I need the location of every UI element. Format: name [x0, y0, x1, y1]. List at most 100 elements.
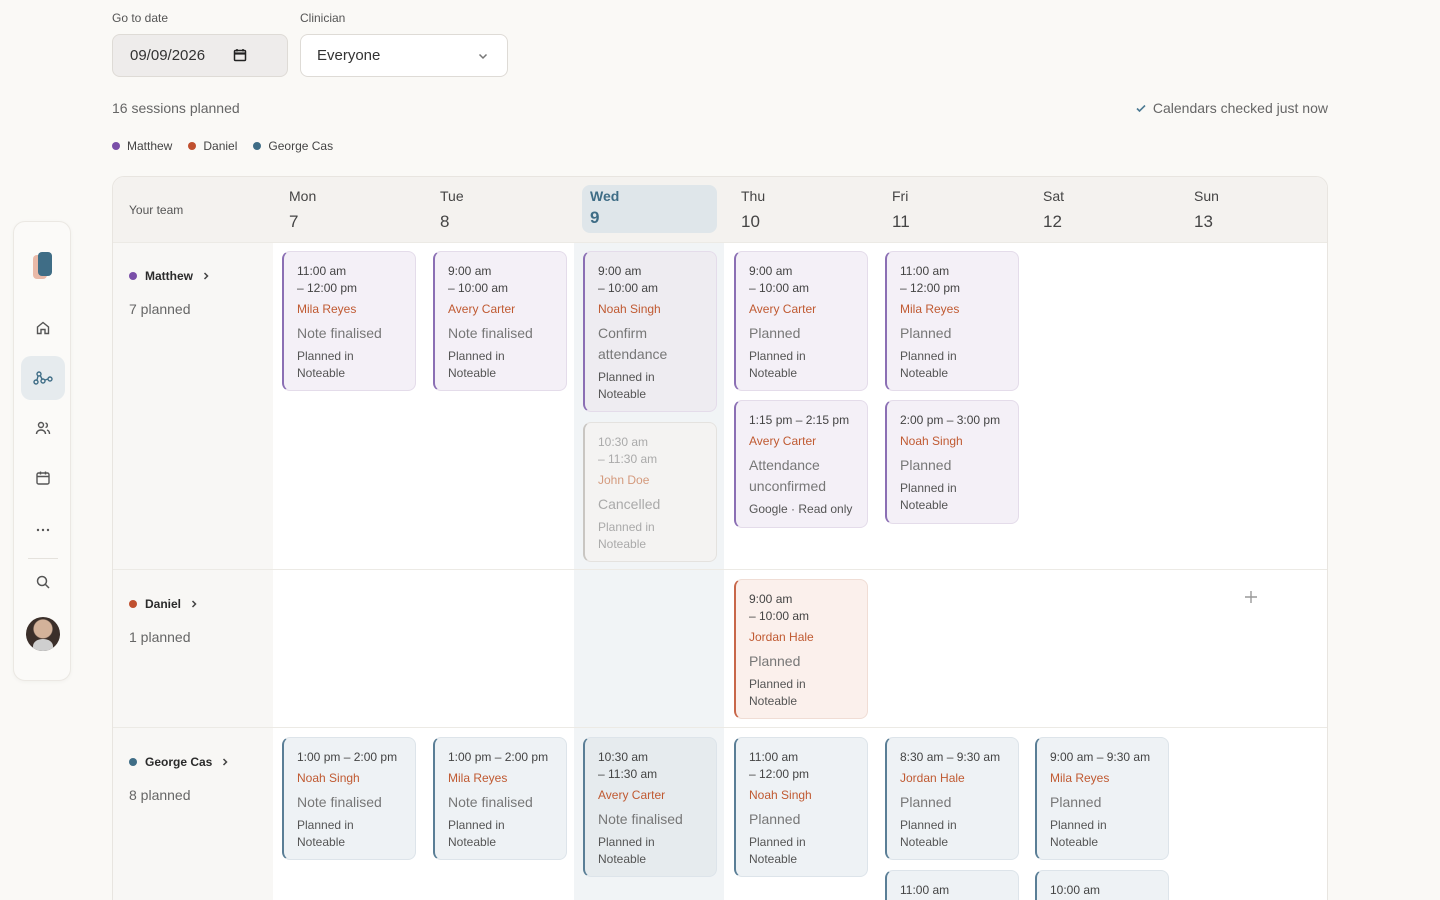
day-name: Sat: [1043, 188, 1065, 204]
session-status: Note finalised: [297, 794, 382, 810]
session-client: Avery Carter: [598, 788, 666, 802]
member-name: Daniel: [145, 597, 182, 611]
check-icon: [1136, 104, 1146, 113]
chevron-right-icon: [223, 758, 228, 766]
sessions-summary: 16 sessions planned: [112, 100, 240, 116]
session-card[interactable]: 11:00 am – 12:00 pm Noah Singh Planned Pl…: [734, 737, 868, 877]
legend-item: Daniel: [188, 139, 237, 153]
rail-divider: [28, 558, 58, 559]
session-time: 10:30 am: [598, 750, 649, 764]
session-source: Planned in: [749, 349, 806, 363]
date-input[interactable]: 09/09/2026: [112, 34, 288, 77]
session-source-app: Noteable: [598, 852, 647, 866]
session-client: Mila Reyes: [448, 771, 508, 785]
user-avatar[interactable]: [26, 617, 60, 651]
session-source-app: Noteable: [448, 835, 497, 849]
session-card-cancelled[interactable]: 10:30 am – 11:30 am John Doe Cancelled Pl…: [583, 422, 717, 562]
member-dot: [129, 600, 137, 608]
session-source: Planned in: [297, 818, 354, 832]
session-time-end: – 11:30 am: [598, 452, 658, 466]
session-card[interactable]: 1:00 pm – 2:00 pm Mila Reyes Note finali…: [433, 737, 567, 860]
date-value: 09/09/2026: [130, 47, 206, 64]
member-george-cas[interactable]: George Cas 8 planned: [129, 755, 230, 803]
session-source-app: Noteable: [448, 366, 497, 380]
session-source: Planned in: [749, 677, 806, 691]
session-status: Confirm: [598, 325, 648, 341]
session-card[interactable]: 11:00 am: [885, 870, 1019, 900]
session-status: Planned: [900, 794, 952, 810]
session-card[interactable]: 2:00 pm – 3:00 pm Noah Singh Planned Pla…: [885, 400, 1019, 524]
legend-label: George Cas: [268, 139, 334, 153]
session-client: Noah Singh: [749, 788, 812, 802]
session-time: 11:00 am: [297, 264, 347, 278]
session-client: Mila Reyes: [297, 302, 357, 316]
session-source-app: Noteable: [749, 366, 798, 380]
session-source-app: Noteable: [900, 366, 949, 380]
calendar-nav-button[interactable]: [21, 456, 65, 500]
session-source-app: Noteable: [749, 852, 798, 866]
team-label: Your team: [129, 203, 184, 217]
session-card[interactable]: 10:30 am – 11:30 am Avery Carter Note fin…: [583, 737, 717, 877]
session-client: Noah Singh: [900, 434, 963, 448]
search-icon: [36, 575, 50, 589]
app-logo[interactable]: [33, 252, 53, 280]
member-daniel[interactable]: Daniel 1 planned: [129, 597, 199, 645]
session-card[interactable]: 9:00 am – 10:00 am Jordan Hale Planned Pl…: [734, 579, 868, 719]
home-nav-button[interactable]: [21, 306, 65, 350]
session-card[interactable]: 10:00 am: [1035, 870, 1169, 900]
member-dot: [129, 272, 137, 280]
day-header-mon: Mon 7: [273, 177, 423, 243]
session-card[interactable]: 9:00 am – 10:00 am Avery Carter Planned P…: [734, 251, 868, 391]
chevron-down-icon: [478, 53, 488, 60]
session-client: John Doe: [598, 473, 650, 487]
session-time: 9:00 am: [749, 592, 793, 606]
session-card[interactable]: 1:00 pm – 2:00 pm Noah Singh Note finali…: [282, 737, 416, 860]
day-date: 8: [440, 212, 450, 231]
session-card[interactable]: 11:00 am – 12:00 pm Mila Reyes Planned Pl…: [885, 251, 1019, 391]
session-source: Planned in: [900, 818, 957, 832]
session-time: 1:00 pm – 2:00 pm: [297, 750, 398, 764]
week-board: Your team Mon 7 Tue 8 Wed 9 Thu 10 Fri 11 Sat…: [112, 176, 1328, 900]
calendar-icon[interactable]: [233, 48, 247, 62]
session-time: 10:00 am: [1050, 883, 1101, 897]
session-time-end: – 10:00 am: [749, 281, 810, 295]
session-source-app: Noteable: [598, 387, 647, 401]
session-source-app: Noteable: [900, 498, 949, 512]
day-date: 7: [289, 212, 299, 231]
session-card[interactable]: 9:00 am – 9:30 am Mila Reyes Planned Pla…: [1035, 737, 1169, 860]
session-client: Avery Carter: [448, 302, 516, 316]
legend-dot: [188, 142, 197, 150]
session-card[interactable]: 9:00 am – 10:00 am Avery Carter Note fina…: [433, 251, 567, 391]
session-source: Planned in: [1050, 818, 1107, 832]
session-source: Planned in: [749, 835, 806, 849]
people-nav-button[interactable]: [21, 406, 65, 450]
search-nav-button[interactable]: [21, 560, 65, 604]
clinician-value: Everyone: [317, 47, 381, 64]
session-card[interactable]: 8:30 am – 9:30 am Jordan Hale Planned Pl…: [885, 737, 1019, 860]
session-client: Noah Singh: [297, 771, 360, 785]
row-divider: [113, 727, 1327, 728]
session-source: Planned in: [598, 835, 655, 849]
clinician-select[interactable]: Everyone: [300, 34, 508, 77]
session-status: Cancelled: [598, 496, 661, 512]
session-status: Planned: [749, 653, 801, 669]
day-name: Sun: [1194, 188, 1219, 204]
session-card[interactable]: 11:00 am – 12:00 pm Mila Reyes Note final…: [282, 251, 416, 391]
session-status: Note finalised: [448, 794, 533, 810]
session-status: Note finalised: [598, 811, 683, 827]
day-header-fri: Fri 11: [876, 177, 1026, 243]
session-source: Planned in: [900, 349, 957, 363]
member-name: Matthew: [145, 269, 193, 283]
session-card[interactable]: 1:15 pm – 2:15 pm Avery Carter Attendanc…: [734, 400, 868, 528]
session-card[interactable]: 9:00 am – 10:00 am Noah Singh Confirm atte…: [583, 251, 717, 412]
session-source: Planned in: [297, 349, 354, 363]
member-matthew[interactable]: Matthew 7 planned: [129, 269, 211, 317]
day-header-wed: Wed 9: [582, 185, 717, 233]
session-status: Note finalised: [297, 325, 382, 341]
session-status: Attendance: [749, 457, 820, 473]
clinician-legend: Matthew Daniel George Cas: [112, 139, 333, 153]
add-session-button[interactable]: [1244, 587, 1258, 610]
schedule-nav-button[interactable]: [21, 356, 65, 400]
calendar-icon: [36, 471, 50, 485]
more-nav-button[interactable]: [21, 508, 65, 552]
